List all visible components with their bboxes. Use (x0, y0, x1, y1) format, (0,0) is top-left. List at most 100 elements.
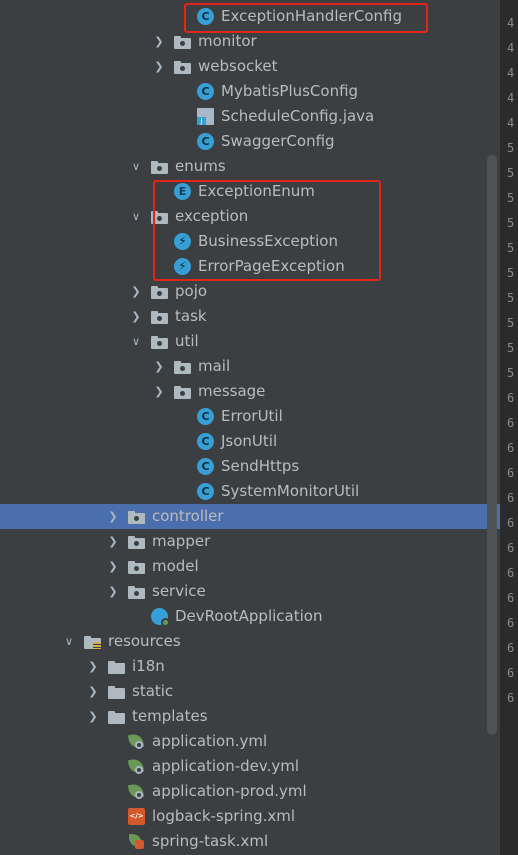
chevron-right-icon[interactable]: ❯ (152, 29, 166, 54)
tree-item-jsonutil[interactable]: C JsonUtil (0, 429, 500, 454)
tree-item-label: BusinessException (198, 232, 338, 250)
tree-item-label: ErrorPageException (198, 257, 345, 275)
gutter-line-number: 4 (507, 66, 515, 80)
chevron-down-icon[interactable]: ∨ (129, 329, 143, 354)
tree-item-service[interactable]: ❯ service (0, 579, 500, 604)
tree-item-application-dev-yml[interactable]: application-dev.yml (0, 754, 500, 779)
tree-item-label: DevRootApplication (175, 607, 323, 625)
resources-folder-icon (84, 636, 101, 649)
line-number-gutter: 4 4 4 4 4 5 5 5 5 5 5 5 5 5 5 6 6 6 6 6 6 6 6 6 6 6 6 6 (500, 0, 518, 855)
tree-item-businessexception[interactable]: ⚡ BusinessException (0, 229, 500, 254)
chevron-right-icon[interactable]: ❯ (106, 579, 120, 604)
tree-item-label: controller (152, 507, 224, 525)
tree-item-pojo[interactable]: ❯ pojo (0, 279, 500, 304)
exception-class-icon: ⚡ (174, 258, 191, 275)
spring-xml-icon (128, 833, 145, 850)
chevron-down-icon[interactable]: ∨ (129, 154, 143, 179)
gutter-line-number: 6 (507, 666, 515, 680)
tree-item-resources[interactable]: ∨ resources (0, 629, 500, 654)
tree-item-websocket[interactable]: ❯ websocket (0, 54, 500, 79)
spring-yml-icon (127, 732, 145, 750)
tree-item-scheduleconfig-java[interactable]: J ScheduleConfig.java (0, 104, 500, 129)
gutter-line-number: 6 (507, 416, 515, 430)
tree-item-label: application.yml (152, 732, 268, 750)
spring-yml-icon (127, 782, 145, 800)
gutter-line-number: 6 (507, 466, 515, 480)
tree-item-systemmonitorutil[interactable]: C SystemMonitorUtil (0, 479, 500, 504)
tree-item-application-prod-yml[interactable]: application-prod.yml (0, 779, 500, 804)
gutter-line-number: 5 (507, 341, 515, 355)
chevron-right-icon[interactable]: ❯ (129, 304, 143, 329)
gutter-line-number: 5 (507, 316, 515, 330)
tree-item-spring-task-xml[interactable]: spring-task.xml (0, 829, 500, 854)
gutter-line-number: 6 (507, 541, 515, 555)
tree-item-mail[interactable]: ❯ mail (0, 354, 500, 379)
package-folder-icon (151, 211, 168, 224)
class-icon: C (197, 133, 214, 150)
tree-item-label: util (175, 332, 199, 350)
tree-item-label: ExceptionEnum (198, 182, 315, 200)
tree-item-swaggerconfig[interactable]: C SwaggerConfig (0, 129, 500, 154)
chevron-right-icon[interactable]: ❯ (106, 529, 120, 554)
chevron-right-icon[interactable]: ❯ (129, 279, 143, 304)
package-folder-icon (174, 361, 191, 374)
tree-item-logback-spring-xml[interactable]: </> logback-spring.xml (0, 804, 500, 829)
spring-yml-icon (127, 757, 145, 775)
tree-item-errorpageexception[interactable]: ⚡ ErrorPageException (0, 254, 500, 279)
tree-item-message[interactable]: ❯ message (0, 379, 500, 404)
java-file-icon: J (197, 108, 214, 125)
tree-item-label: ErrorUtil (221, 407, 283, 425)
chevron-right-icon[interactable]: ❯ (106, 504, 120, 529)
gutter-line-number: 5 (507, 166, 515, 180)
chevron-right-icon[interactable]: ❯ (106, 554, 120, 579)
tree-item-devrootapplication[interactable]: DevRootApplication (0, 604, 500, 629)
chevron-down-icon[interactable]: ∨ (129, 204, 143, 229)
tree-item-task[interactable]: ❯ task (0, 304, 500, 329)
tree-item-mapper[interactable]: ❯ mapper (0, 529, 500, 554)
tree-item-label: JsonUtil (221, 432, 278, 450)
chevron-right-icon[interactable]: ❯ (152, 54, 166, 79)
chevron-right-icon[interactable]: ❯ (152, 354, 166, 379)
chevron-right-icon[interactable]: ❯ (86, 679, 100, 704)
tree-item-exceptionenum[interactable]: E ExceptionEnum (0, 179, 500, 204)
tree-item-label: resources (108, 632, 181, 650)
gutter-line-number: 5 (507, 241, 515, 255)
folder-icon (108, 661, 125, 674)
chevron-right-icon[interactable]: ❯ (152, 379, 166, 404)
tree-item-label: mail (198, 357, 231, 375)
tree-item-sendhttps[interactable]: C SendHttps (0, 454, 500, 479)
tree-item-static[interactable]: ❯ static (0, 679, 500, 704)
tree-item-mybatisplusconfig[interactable]: C MybatisPlusConfig (0, 79, 500, 104)
chevron-down-icon[interactable]: ∨ (62, 629, 76, 654)
tree-item-controller[interactable]: ❯ controller (0, 504, 500, 529)
tree-item-i18n[interactable]: ❯ i18n (0, 654, 500, 679)
tree-item-label: spring-task.xml (152, 832, 269, 850)
tree-item-label: task (175, 307, 207, 325)
enum-icon: E (174, 183, 191, 200)
tree-item-label: message (198, 382, 266, 400)
package-folder-icon (128, 586, 145, 599)
tree-item-application-yml[interactable]: application.yml (0, 729, 500, 754)
package-folder-icon (151, 286, 168, 299)
gutter-line-number: 6 (507, 641, 515, 655)
package-folder-icon (174, 36, 191, 49)
tree-item-label: enums (175, 157, 226, 175)
tree-item-errorutil[interactable]: C ErrorUtil (0, 404, 500, 429)
tree-item-label: ExceptionHandlerConfig (221, 7, 403, 25)
tree-item-templates[interactable]: ❯ templates (0, 704, 500, 729)
gutter-line-number: 6 (507, 691, 515, 705)
gutter-line-number: 6 (507, 491, 515, 505)
tree-item-util[interactable]: ∨ util (0, 329, 500, 354)
tree-item-exception[interactable]: ∨ exception (0, 204, 500, 229)
gutter-line-number: 6 (507, 441, 515, 455)
tree-scrollbar[interactable] (487, 155, 497, 735)
chevron-right-icon[interactable]: ❯ (86, 704, 100, 729)
tree-item-exceptionhandlerconfig[interactable]: C ExceptionHandlerConfig (0, 4, 500, 29)
gutter-line-number: 6 (507, 391, 515, 405)
tree-item-model[interactable]: ❯ model (0, 554, 500, 579)
gutter-line-number: 4 (507, 91, 515, 105)
tree-item-monitor[interactable]: ❯ monitor (0, 29, 500, 54)
chevron-right-icon[interactable]: ❯ (86, 654, 100, 679)
folder-icon (108, 711, 125, 724)
tree-item-enums[interactable]: ∨ enums (0, 154, 500, 179)
